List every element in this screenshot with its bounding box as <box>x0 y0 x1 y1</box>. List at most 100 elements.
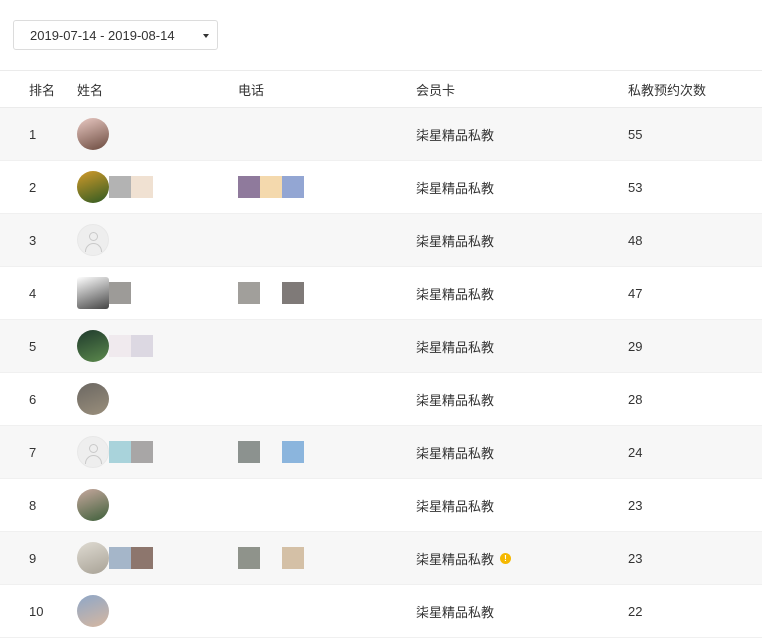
header-card[interactable]: 会员卡 <box>416 80 455 99</box>
avatar[interactable] <box>77 542 109 574</box>
redacted-phone-block <box>282 176 304 198</box>
redacted-name-block <box>131 547 153 569</box>
table-row[interactable]: 8 柒星精品私教 23 <box>0 479 762 532</box>
booking-count-cell: 55 <box>628 126 643 142</box>
avatar[interactable] <box>77 171 109 203</box>
redacted-phone-block <box>282 441 304 463</box>
redacted-name-block <box>131 335 153 357</box>
name-cell <box>77 224 109 256</box>
redacted-phone-block <box>238 282 260 304</box>
header-count[interactable]: 私教预约次数 <box>628 80 706 99</box>
card-cell: 柒星精品私教! <box>416 549 512 568</box>
avatar[interactable] <box>77 330 109 362</box>
avatar[interactable] <box>77 489 109 521</box>
booking-count-cell: 47 <box>628 285 643 301</box>
redacted-name-block <box>109 547 131 569</box>
table-row[interactable]: 9 柒星精品私教! 23 <box>0 532 762 585</box>
header-phone[interactable]: 电话 <box>238 80 264 99</box>
avatar[interactable] <box>77 118 109 150</box>
rank-cell: 5 <box>29 338 37 354</box>
rank-cell: 7 <box>29 444 37 460</box>
rank-cell: 2 <box>29 179 37 195</box>
booking-count-cell: 29 <box>628 338 643 354</box>
rank-cell: 9 <box>29 550 37 566</box>
name-cell <box>77 330 153 362</box>
name-cell <box>77 171 153 203</box>
redacted-phone-block <box>282 282 304 304</box>
redacted-phone-block <box>238 176 260 198</box>
card-cell: 柒星精品私教 <box>416 178 494 197</box>
booking-count-cell: 23 <box>628 497 643 513</box>
redacted-phone-block <box>238 547 260 569</box>
card-name: 柒星精品私教 <box>416 180 495 196</box>
user-icon <box>89 232 98 241</box>
redacted-phone-block <box>238 441 260 463</box>
rank-cell: 4 <box>29 285 37 301</box>
card-name: 柒星精品私教 <box>416 233 495 249</box>
table-row[interactable]: 5 柒星精品私教 29 <box>0 320 762 373</box>
header-rank[interactable]: 排名 <box>29 80 55 99</box>
rank-cell: 1 <box>29 126 37 142</box>
name-cell <box>77 277 131 309</box>
phone-cell <box>238 547 304 569</box>
caret-down-icon <box>203 34 209 38</box>
table-row[interactable]: 10 柒星精品私教 22 <box>0 585 762 638</box>
redacted-name-block <box>109 335 131 357</box>
avatar[interactable] <box>77 595 109 627</box>
date-range-text: 2019-07-14 - 2019-08-14 <box>30 27 175 43</box>
booking-count-cell: 24 <box>628 444 643 460</box>
table-row[interactable]: 3 柒星精品私教 48 <box>0 214 762 267</box>
name-cell <box>77 118 109 150</box>
avatar[interactable] <box>77 277 109 309</box>
card-name: 柒星精品私教 <box>416 498 495 514</box>
redacted-phone-block <box>282 547 304 569</box>
redacted-name-block <box>131 176 153 198</box>
name-cell <box>77 436 153 468</box>
warning-icon[interactable]: ! <box>500 552 512 564</box>
booking-count-cell: 48 <box>628 232 643 248</box>
rank-cell: 3 <box>29 232 37 248</box>
card-cell: 柒星精品私教 <box>416 284 494 303</box>
card-cell: 柒星精品私教 <box>416 443 494 462</box>
booking-count-cell: 28 <box>628 391 643 407</box>
user-icon <box>89 444 98 453</box>
card-cell: 柒星精品私教 <box>416 231 494 250</box>
redacted-name-block <box>109 176 131 198</box>
name-cell <box>77 489 109 521</box>
table-row[interactable]: 2 柒星精品私教 53 <box>0 161 762 214</box>
avatar[interactable] <box>77 383 109 415</box>
redacted-name-block <box>109 282 131 304</box>
card-cell: 柒星精品私教 <box>416 602 494 621</box>
card-name: 柒星精品私教 <box>416 604 495 620</box>
booking-count-cell: 23 <box>628 550 643 566</box>
table-row[interactable]: 7 柒星精品私教 24 <box>0 426 762 479</box>
avatar[interactable] <box>77 224 109 256</box>
name-cell <box>77 595 109 627</box>
card-cell: 柒星精品私教 <box>416 496 494 515</box>
table-body: 1 柒星精品私教 55 2 柒星精品私教 53 3 柒星精品私教 48 4 柒星精品私教 47 5 柒星精… <box>0 108 762 638</box>
rank-cell: 10 <box>29 603 44 619</box>
card-name: 柒星精品私教 <box>416 551 495 567</box>
card-cell: 柒星精品私教 <box>416 125 494 144</box>
date-range-picker[interactable]: 2019-07-14 - 2019-08-14 <box>13 20 218 50</box>
redacted-phone-block <box>260 176 282 198</box>
table-row[interactable]: 1 柒星精品私教 55 <box>0 108 762 161</box>
phone-cell <box>238 282 304 304</box>
header-name[interactable]: 姓名 <box>77 80 103 99</box>
booking-count-cell: 53 <box>628 179 643 195</box>
card-cell: 柒星精品私教 <box>416 337 494 356</box>
phone-cell <box>238 176 304 198</box>
card-name: 柒星精品私教 <box>416 445 495 461</box>
card-name: 柒星精品私教 <box>416 392 495 408</box>
phone-cell <box>238 441 304 463</box>
table-row[interactable]: 6 柒星精品私教 28 <box>0 373 762 426</box>
card-name: 柒星精品私教 <box>416 127 495 143</box>
table-row[interactable]: 4 柒星精品私教 47 <box>0 267 762 320</box>
avatar[interactable] <box>77 436 109 468</box>
redacted-name-block <box>109 441 131 463</box>
table-header: 排名 姓名 电话 会员卡 私教预约次数 <box>0 70 762 108</box>
rank-cell: 8 <box>29 497 37 513</box>
redacted-name-block <box>131 441 153 463</box>
booking-count-cell: 22 <box>628 603 643 619</box>
name-cell <box>77 383 109 415</box>
